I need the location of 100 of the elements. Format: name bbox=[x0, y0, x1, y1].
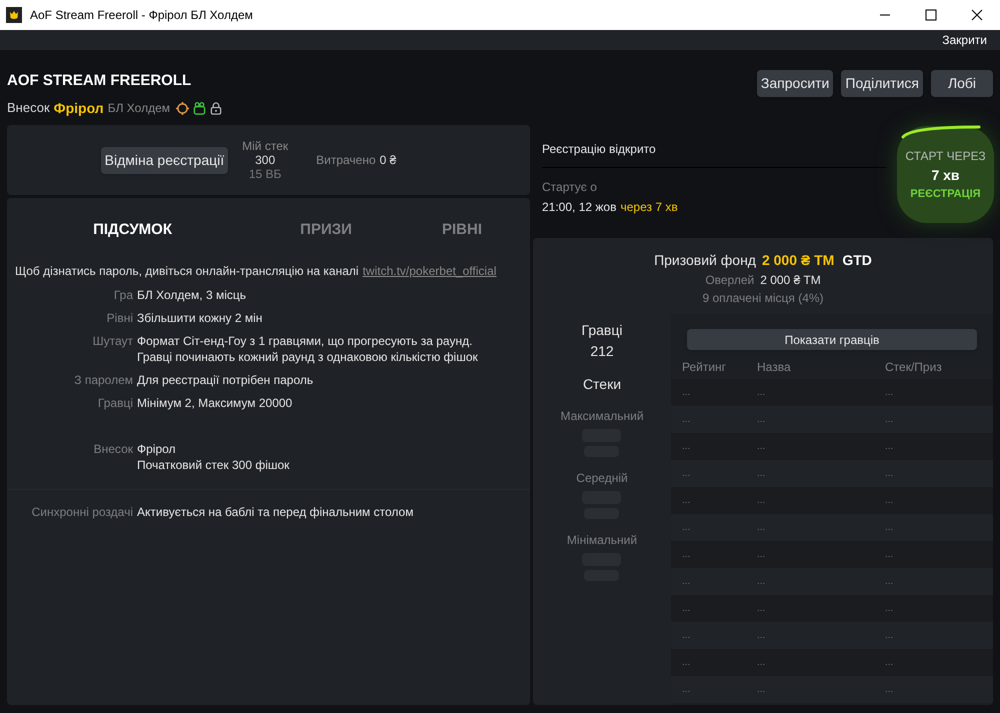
overlay-label: Оверлей bbox=[705, 272, 754, 289]
guaranteed-label: GTD bbox=[842, 251, 872, 270]
show-players-button[interactable]: Показати гравців bbox=[687, 329, 977, 350]
buyin-value: Фрірол bbox=[54, 98, 104, 118]
table-cell-text: ... bbox=[756, 602, 766, 616]
table-cell-text: ... bbox=[884, 440, 894, 454]
window-title: AoF Stream Freeroll - Фрірол БЛ Холдем bbox=[30, 7, 253, 24]
table-cell-text: ... bbox=[681, 440, 692, 454]
stack-bb: 15 ВБ bbox=[248, 167, 282, 181]
table-cell-text: ... bbox=[681, 386, 692, 400]
app-logo-icon bbox=[6, 7, 22, 23]
detail-value: Фрірол bbox=[137, 441, 177, 457]
stacks-title: Стеки bbox=[582, 375, 622, 394]
detail-value: Мінімум 2, Максимум 20000 bbox=[137, 395, 292, 411]
table-cell-text: ... bbox=[884, 602, 894, 616]
table-cell-text: ... bbox=[884, 521, 894, 535]
tab[interactable]: ПРИЗИ bbox=[258, 218, 394, 242]
table-cell-text: ... bbox=[756, 494, 766, 508]
unregister-button[interactable]: Відміна реєстрації bbox=[100, 146, 228, 174]
detail-value: Активується на баблі та перед фінальним столом bbox=[137, 504, 414, 520]
table-cell-text: ... bbox=[681, 656, 692, 670]
stack-stat-label: Мінімальний bbox=[566, 532, 638, 549]
lock-icon bbox=[210, 102, 222, 114]
table-cell-text: ... bbox=[884, 467, 894, 481]
table-cell-text: ... bbox=[756, 548, 766, 562]
timer-value: 7 хв bbox=[931, 166, 960, 185]
table-cell-text: ... bbox=[884, 413, 894, 427]
table-cell-text: ... bbox=[681, 629, 692, 643]
players-count: 212 bbox=[590, 342, 614, 361]
tab[interactable]: ПІДСУМОК bbox=[7, 218, 258, 242]
detail-value: Початковий стек 300 фішок bbox=[137, 457, 290, 473]
stack-label: Мій стек bbox=[242, 139, 288, 153]
table-cell-text: ... bbox=[681, 683, 692, 697]
players-label: Гравці bbox=[582, 321, 622, 340]
table-cell-text: ... bbox=[756, 440, 766, 454]
table-cell-text: ... bbox=[756, 683, 766, 697]
table-cell-text: ... bbox=[884, 575, 894, 589]
detail-value: БЛ Холдем, 3 місць bbox=[137, 287, 246, 303]
progress-arc-icon bbox=[901, 125, 981, 139]
table-cell-text: ... bbox=[884, 548, 894, 562]
spent-value: 0 ₴ bbox=[380, 152, 396, 169]
detail-value: Формат Сіт-енд-Гоу з 1 гравцями, що прогресують за раунд. bbox=[137, 333, 474, 349]
tournament-title: AOF STREAM FREEROLL bbox=[7, 71, 192, 91]
game-type: БЛ Холдем bbox=[108, 100, 170, 117]
table-cell-text: ... bbox=[681, 575, 692, 589]
detail-label: Синхронні роздачі bbox=[30, 504, 133, 520]
detail-value: Збільшити кожну 2 мін bbox=[137, 310, 262, 326]
table-cell-text: ... bbox=[756, 467, 766, 481]
timer-label: СТАРТ ЧЕРЕЗ bbox=[905, 148, 986, 165]
detail-value: Гравці починають кожний раунд з однаковою кількістю фішок bbox=[137, 349, 478, 365]
start-time: 21:00, 12 жов bbox=[542, 199, 616, 216]
table-cell-text: ... bbox=[756, 413, 766, 427]
tab[interactable]: РІВНІ bbox=[394, 218, 530, 242]
close-link[interactable]: Закрити bbox=[942, 31, 987, 49]
table-cell-text: ... bbox=[681, 413, 692, 427]
table-cell-text: ... bbox=[681, 494, 692, 508]
table-cell-text: ... bbox=[884, 386, 894, 400]
table-cell-text: ... bbox=[884, 656, 894, 670]
detail-label: Гра bbox=[112, 287, 133, 303]
stack-stat-label: Максимальний bbox=[560, 408, 644, 425]
stack-value: 300 bbox=[255, 153, 276, 167]
stream-link[interactable]: twitch.tv/pokerbet_official bbox=[362, 262, 496, 280]
table-cell-text: ... bbox=[884, 683, 894, 697]
header-button[interactable]: Поділитися bbox=[841, 70, 923, 97]
column-header: Назва bbox=[756, 359, 792, 376]
timer-state: РЕЄСТРАЦІЯ bbox=[910, 186, 981, 202]
table-cell-text: ... bbox=[756, 575, 766, 589]
table-cell-text: ... bbox=[681, 548, 692, 562]
start-label: Стартує о bbox=[542, 179, 598, 196]
table-cell-text: ... bbox=[681, 467, 692, 481]
detail-value: Для реєстрації потрібен пароль bbox=[137, 372, 314, 388]
detail-label: Гравці bbox=[96, 395, 133, 411]
detail-label: Внесок bbox=[92, 441, 133, 458]
paid-places: 9 оплачені місця (4%) bbox=[702, 290, 824, 307]
overlay-value: 2 000 ₴ TM bbox=[760, 272, 821, 289]
column-header: Стек/Приз bbox=[884, 359, 942, 376]
password-note: Щоб дізнатись пароль, дивіться онлайн-трансляцію на каналі bbox=[15, 263, 359, 280]
table-cell-text: ... bbox=[884, 629, 894, 643]
detail-label: З паролем bbox=[73, 372, 133, 388]
registration-status: Реєстрацію відкрито bbox=[542, 140, 887, 168]
table-cell-text: ... bbox=[884, 494, 894, 508]
gift-icon bbox=[193, 102, 206, 114]
prize-pool-label: Призовий фонд bbox=[654, 251, 756, 270]
table-cell-text: ... bbox=[681, 602, 692, 616]
table-cell-text: ... bbox=[681, 521, 692, 535]
header-button[interactable]: Лобі bbox=[931, 70, 993, 97]
table-cell-text: ... bbox=[756, 629, 766, 643]
table-cell-text: ... bbox=[756, 521, 766, 535]
target-icon bbox=[176, 102, 189, 114]
header-button[interactable]: Запросити bbox=[756, 70, 834, 97]
buyin-label: Внесок bbox=[7, 99, 50, 118]
start-countdown: через 7 хв bbox=[620, 199, 678, 216]
table-cell-text: ... bbox=[756, 386, 766, 400]
stack-stat-label: Середній bbox=[576, 470, 628, 487]
table-cell-text: ... bbox=[756, 656, 766, 670]
spent-label: Витрачено bbox=[316, 152, 376, 169]
prize-pool-amount: 2 000 ₴ TM bbox=[762, 251, 834, 270]
column-header: Рейтинг bbox=[681, 359, 728, 376]
detail-label: Шутаут bbox=[92, 333, 133, 350]
detail-label: Рівні bbox=[106, 310, 133, 326]
